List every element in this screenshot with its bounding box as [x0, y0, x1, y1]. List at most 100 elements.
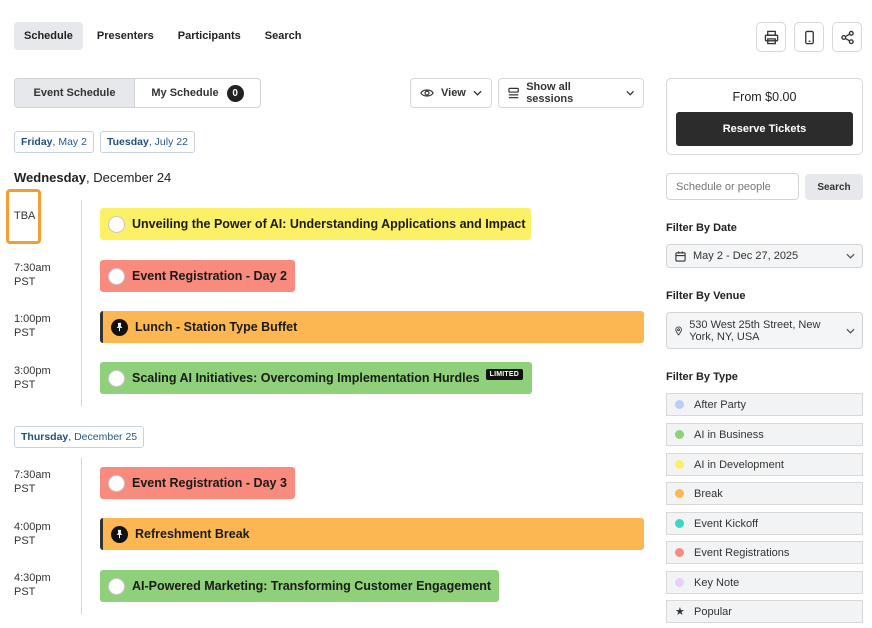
tab-search[interactable]: Search: [255, 22, 312, 50]
location-pin-icon: [675, 326, 682, 336]
chip-day: Tuesday: [107, 136, 149, 148]
event-card[interactable]: Event Registration - Day 3: [100, 467, 295, 499]
type-label: AI in Business: [694, 428, 764, 441]
date-chip-may-2[interactable]: Friday, May 2: [14, 131, 94, 153]
color-dot: [675, 519, 684, 528]
event-card[interactable]: Lunch - Station Type Buffet: [100, 311, 644, 343]
event-card[interactable]: AI-Powered Marketing: Transforming Custo…: [100, 570, 499, 602]
type-label: Event Registrations: [694, 546, 790, 559]
eye-icon: [420, 89, 434, 97]
timezone-label: PST: [14, 483, 36, 495]
view-dropdown[interactable]: View: [410, 78, 492, 108]
event-card[interactable]: Scaling AI Initiatives: Overcoming Imple…: [100, 362, 532, 394]
my-schedule-tab[interactable]: My Schedule 0: [135, 79, 260, 107]
tab-presenters[interactable]: Presenters: [87, 22, 164, 50]
type-filter-event-kickoff[interactable]: Event Kickoff: [666, 512, 863, 535]
sessions-dropdown[interactable]: Show all sessions: [498, 78, 644, 108]
event-title: Unveiling the Power of AI: Understanding…: [132, 217, 526, 231]
time-label: 7:30am: [14, 262, 51, 274]
time-label: 4:00pm: [14, 521, 51, 533]
type-label: Break: [694, 487, 723, 500]
share-icon: [840, 30, 854, 44]
time-label: 7:30am: [14, 469, 51, 481]
type-filter-event-registrations[interactable]: Event Registrations: [666, 541, 863, 564]
price-label: From $0.00: [732, 90, 797, 104]
event-time: 4:00pm PST: [14, 520, 51, 548]
chevron-down-icon: [625, 90, 634, 96]
chevron-down-icon: [846, 328, 855, 334]
date-filter-select[interactable]: May 2 - Dec 27, 2025: [666, 244, 863, 268]
type-filter-after-party[interactable]: After Party: [666, 393, 863, 416]
type-label: Popular: [694, 605, 732, 618]
calendar-icon: [675, 250, 686, 262]
venue-filter-select[interactable]: 530 West 25th Street, New York, NY, USA: [666, 312, 863, 349]
view-label: View: [441, 87, 466, 99]
filter-date-label: Filter By Date: [666, 222, 737, 234]
event-title: Lunch - Station Type Buffet: [135, 320, 298, 334]
chip-date: , December 25: [68, 431, 138, 443]
my-schedule-label: My Schedule: [151, 87, 219, 99]
event-title: Scaling AI Initiatives: Overcoming Imple…: [132, 371, 480, 385]
tab-participants[interactable]: Participants: [168, 22, 251, 50]
ticket-box: From $0.00 Reserve Tickets: [666, 78, 863, 155]
add-circle-icon[interactable]: [108, 215, 125, 233]
pin-icon: [111, 318, 128, 336]
color-dot: [675, 548, 684, 557]
event-time: TBA: [14, 209, 35, 223]
timezone-label: PST: [14, 379, 36, 391]
mobile-icon: [804, 30, 814, 44]
date-chip-july-22[interactable]: Tuesday, July 22: [100, 131, 195, 153]
limited-badge: LIMITED: [485, 369, 523, 380]
reserve-tickets-button[interactable]: Reserve Tickets: [676, 112, 853, 146]
event-schedule-tab[interactable]: Event Schedule: [15, 79, 135, 107]
event-title: AI-Powered Marketing: Transforming Custo…: [132, 579, 492, 593]
type-filter-ai-in-development[interactable]: AI in Development: [666, 453, 863, 476]
share-button[interactable]: [832, 22, 862, 52]
type-filter-break[interactable]: Break: [666, 482, 863, 505]
printer-icon: [764, 30, 778, 44]
search-input[interactable]: [666, 173, 799, 200]
timezone-label: PST: [14, 535, 36, 547]
filter-venue-label: Filter By Venue: [666, 290, 746, 302]
type-label: Key Note: [694, 576, 740, 589]
date-chip-december-25[interactable]: Thursday, December 25: [14, 426, 145, 448]
event-title: Event Registration - Day 3: [132, 476, 287, 490]
chip-date: , July 22: [148, 136, 188, 148]
type-filter-popular[interactable]: ★ Popular: [666, 600, 863, 623]
chip-date: , May 2: [52, 136, 87, 148]
event-card[interactable]: Unveiling the Power of AI: Understanding…: [100, 208, 531, 240]
mobile-button[interactable]: [794, 22, 824, 52]
event-time: 1:00pm PST: [14, 312, 51, 340]
add-circle-icon[interactable]: [108, 369, 125, 387]
chip-day: Friday: [21, 136, 53, 148]
tab-schedule[interactable]: Schedule: [14, 22, 83, 50]
event-time: 7:30am PST: [14, 261, 51, 289]
chip-day: Thursday: [21, 431, 69, 443]
color-dot: [675, 489, 684, 498]
event-card[interactable]: Event Registration - Day 2: [100, 260, 295, 292]
day-heading: Wednesday, December 24: [14, 170, 171, 185]
top-icons: [756, 22, 862, 52]
chevron-down-icon: [846, 253, 855, 259]
event-title: Event Registration - Day 2: [132, 269, 287, 283]
list-icon: [508, 87, 519, 99]
timezone-label: PST: [14, 586, 36, 598]
time-label: 1:00pm: [14, 313, 51, 325]
timezone-label: PST: [14, 327, 36, 339]
event-card[interactable]: Refreshment Break: [100, 518, 644, 550]
add-circle-icon[interactable]: [108, 577, 125, 595]
time-label: TBA: [14, 210, 36, 222]
event-time: 3:00pm PST: [14, 364, 51, 392]
type-filter-ai-in-business[interactable]: AI in Business: [666, 423, 863, 446]
color-dot: [675, 460, 684, 469]
pin-icon: [111, 525, 128, 543]
add-circle-icon[interactable]: [108, 474, 125, 492]
type-filter-key-note[interactable]: Key Note: [666, 571, 863, 594]
filter-type-label: Filter By Type: [666, 371, 738, 383]
search-button[interactable]: Search: [805, 174, 863, 200]
top-nav: Schedule Presenters Participants Search: [14, 22, 315, 50]
event-title: Refreshment Break: [135, 527, 250, 541]
add-circle-icon[interactable]: [108, 267, 125, 285]
timeline-divider: [81, 200, 82, 406]
print-button[interactable]: [756, 22, 786, 52]
